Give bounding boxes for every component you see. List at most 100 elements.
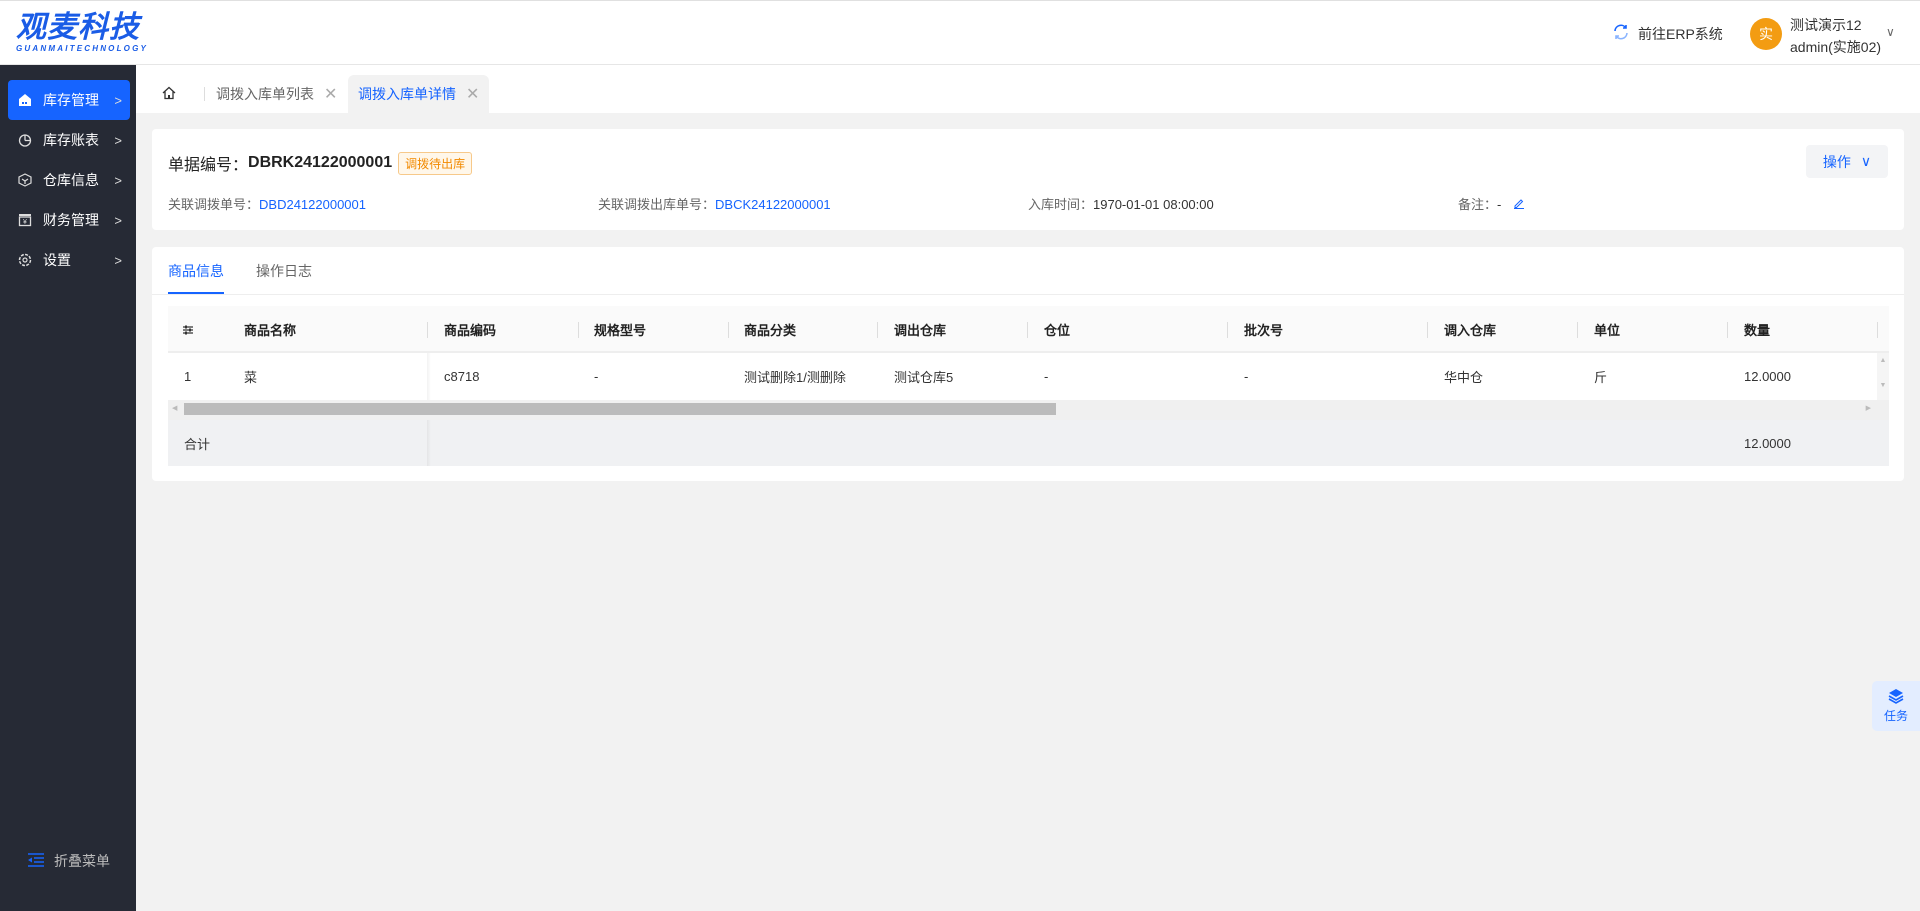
- chevron-right-icon: >: [114, 252, 122, 268]
- column-header[interactable]: 仓位: [1044, 306, 1070, 353]
- column-header[interactable]: 调入仓库: [1444, 306, 1496, 353]
- tab-product-info[interactable]: 商品信息: [168, 247, 224, 295]
- close-icon[interactable]: ✕: [466, 84, 479, 104]
- table-row[interactable]: 1 菜 c8718 - 测试删除1/测删除 测试仓库5 - - 华中仓 斤 12…: [168, 353, 1877, 400]
- cell-spec: -: [594, 369, 599, 384]
- chevron-right-icon: >: [114, 132, 122, 148]
- column-divider: [877, 322, 878, 338]
- status-badge: 调拨待出库: [398, 151, 473, 175]
- meta-value: 1970-01-01 08:00:00: [1093, 197, 1214, 212]
- scrollbar-thumb[interactable]: [184, 403, 1056, 415]
- sidebar-item-inventory[interactable]: 库存管理 >: [8, 80, 130, 120]
- edit-icon[interactable]: [1513, 197, 1525, 212]
- meta-label: 关联调拨单号：: [168, 197, 260, 212]
- cell-out-warehouse: 测试仓库5: [894, 370, 954, 385]
- sidebar-item-label: 设置: [43, 252, 71, 268]
- document-header-card: 单据编号： DBRK24122000001 调拨待出库 操作 ∨ 关联调拨单号：D…: [152, 129, 1904, 230]
- tab-label: 调拨入库单列表: [216, 86, 314, 102]
- cube-icon: [17, 172, 33, 188]
- column-divider: [1027, 322, 1028, 338]
- finance-icon: ¥: [17, 212, 33, 228]
- related-outbound-no: 关联调拨出库单号：DBCK24122000001: [598, 194, 831, 213]
- column-divider: [1227, 322, 1228, 338]
- column-divider: [1877, 322, 1878, 338]
- sync-icon: [1612, 23, 1630, 44]
- user-account: admin(实施02): [1790, 39, 1882, 55]
- remark: 备注：-: [1458, 194, 1525, 213]
- task-label: 任务: [1883, 709, 1908, 723]
- column-header[interactable]: 数量: [1744, 306, 1770, 353]
- cell-bin: -: [1044, 369, 1049, 384]
- tab-label: 调拨入库单详情: [358, 86, 456, 102]
- sidebar: 库存管理 > 库存账表 > 仓库信息 > ¥ 财务管理 > 设置 > 折叠菜单: [0, 65, 136, 911]
- column-divider: [427, 322, 428, 338]
- table-total-row: 合计 12.0000: [168, 420, 1889, 466]
- operations-dropdown-button[interactable]: 操作 ∨: [1806, 145, 1888, 178]
- fixed-column-shadow: [427, 353, 431, 400]
- table-header: 商品名称 商品编码 规格型号 商品分类 调出仓库 仓位 批次号 调入仓库 单位 …: [168, 306, 1889, 353]
- scroll-left-icon[interactable]: ◀: [172, 404, 177, 412]
- vertical-scrollbar[interactable]: ▲ ▼: [1877, 353, 1889, 400]
- column-divider: [578, 322, 579, 338]
- document-number-label: 单据编号：: [168, 157, 249, 174]
- goto-erp-label: 前往ERP系统: [1638, 25, 1723, 42]
- chevron-down-icon: ∨: [1860, 153, 1872, 169]
- related-outbound-link[interactable]: DBCK24122000001: [715, 197, 831, 212]
- logo[interactable]: 观麦科技 GUANMAITECHNOLOGY: [16, 11, 148, 53]
- logo-text: 观麦科技: [16, 11, 140, 44]
- column-header[interactable]: 调出仓库: [894, 306, 946, 353]
- sidebar-item-ledger[interactable]: 库存账表 >: [8, 120, 130, 160]
- user-info[interactable]: 测试演示12 admin(实施02): [1790, 14, 1881, 58]
- collapse-menu-button[interactable]: 折叠菜单: [28, 851, 110, 871]
- task-button[interactable]: 任务: [1872, 681, 1920, 731]
- gear-icon: [17, 252, 33, 268]
- column-header[interactable]: 单位: [1594, 306, 1620, 353]
- goto-erp-link[interactable]: 前往ERP系统: [1612, 23, 1723, 44]
- top-header: 观麦科技 GUANMAITECHNOLOGY 前往ERP系统 实 测试演示12 …: [0, 0, 1920, 65]
- sidebar-item-label: 库存账表: [43, 132, 99, 148]
- related-transfer-link[interactable]: DBD24122000001: [259, 197, 366, 212]
- tab-operation-log[interactable]: 操作日志: [256, 247, 312, 295]
- inbound-time: 入库时间：1970-01-01 08:00:00: [1028, 194, 1214, 213]
- sidebar-item-settings[interactable]: 设置 >: [8, 240, 130, 280]
- close-icon[interactable]: ✕: [324, 84, 337, 104]
- user-name: 测试演示12: [1790, 17, 1862, 33]
- sidebar-item-label: 仓库信息: [43, 172, 99, 188]
- column-divider: [1727, 322, 1728, 338]
- column-header[interactable]: 规格型号: [594, 306, 646, 353]
- total-label: 合计: [184, 436, 211, 452]
- cell-category: 测试删除1/测删除: [744, 370, 846, 385]
- cell-unit: 斤: [1594, 370, 1608, 385]
- collapse-menu-label: 折叠菜单: [54, 853, 110, 869]
- column-header[interactable]: 商品分类: [744, 306, 796, 353]
- warehouse-icon: [17, 92, 33, 108]
- column-header[interactable]: 批次号: [1244, 306, 1283, 353]
- cell-batch: -: [1244, 369, 1249, 384]
- horizontal-scrollbar[interactable]: ◀ ▶: [168, 400, 1889, 420]
- column-header[interactable]: 商品名称: [244, 306, 296, 353]
- tab-transfer-in-detail[interactable]: 调拨入库单详情 ✕: [348, 75, 490, 113]
- row-index: 1: [184, 369, 192, 384]
- fixed-column-shadow: [427, 420, 431, 466]
- column-divider: [1577, 322, 1578, 338]
- total-quantity: 12.0000: [1744, 435, 1791, 451]
- column-header[interactable]: 商品编码: [444, 306, 496, 353]
- avatar[interactable]: 实: [1750, 18, 1782, 50]
- chevron-down-icon[interactable]: ∨: [1886, 25, 1895, 39]
- column-settings-icon[interactable]: [182, 306, 194, 353]
- sidebar-item-warehouse[interactable]: 仓库信息 >: [8, 160, 130, 200]
- tab-bar: 调拨入库单列表 ✕ 调拨入库单详情 ✕: [136, 65, 1920, 113]
- chevron-right-icon: >: [114, 212, 122, 228]
- chevron-right-icon: >: [114, 92, 122, 108]
- meta-label: 入库时间：: [1028, 197, 1094, 212]
- meta-label: 关联调拨出库单号：: [598, 197, 716, 212]
- home-tab[interactable]: [162, 75, 176, 113]
- logo-subtext: GUANMAITECHNOLOGY: [16, 44, 149, 53]
- sidebar-item-finance[interactable]: ¥ 财务管理 >: [8, 200, 130, 240]
- collapse-menu-icon: [28, 852, 44, 870]
- cell-in-warehouse: 华中仓: [1444, 370, 1484, 385]
- chevron-right-icon: >: [114, 172, 122, 188]
- scroll-right-icon[interactable]: ▶: [1866, 404, 1871, 412]
- meta-value: -: [1497, 197, 1502, 212]
- tab-transfer-in-list[interactable]: 调拨入库单列表 ✕: [216, 75, 337, 113]
